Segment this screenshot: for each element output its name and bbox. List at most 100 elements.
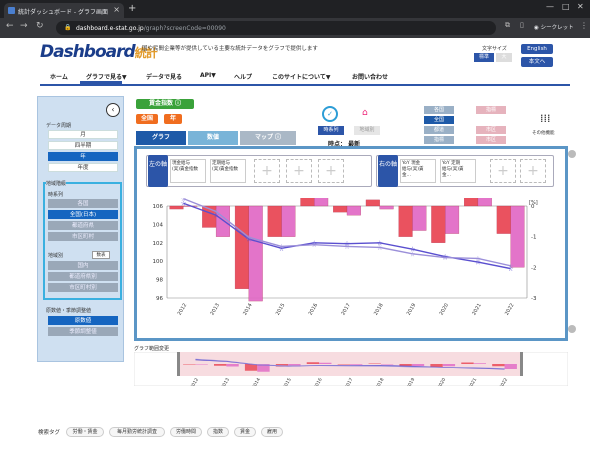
nav-api[interactable]: API▼ <box>200 72 216 79</box>
menu-icon[interactable]: ⋮ <box>580 21 588 30</box>
bar <box>412 205 427 231</box>
scroll-down-icon[interactable] <box>568 325 576 333</box>
region-btn-municipality1[interactable]: 市区 <box>476 126 506 134</box>
ts-municipality[interactable]: 市区町村 <box>48 232 118 241</box>
tab-title: 統計ダッシュボード - グラフ画面 <box>18 9 108 16</box>
left-add-card-3[interactable]: + <box>318 159 344 183</box>
other-functions-label[interactable]: その他機能 <box>532 130 555 136</box>
range-bar <box>337 364 350 365</box>
other-functions-icon[interactable]: ⁞⁞⁞ <box>540 112 551 125</box>
reg-municipality[interactable]: 市区町村別 <box>48 283 118 292</box>
timeseries-clock-icon[interactable]: ✓ <box>322 106 338 122</box>
range-bar <box>473 363 486 364</box>
maximize-icon[interactable]: □ <box>562 2 570 11</box>
nav-contact[interactable]: お問い合わせ <box>352 72 388 81</box>
period-label: データ周期 <box>46 123 72 129</box>
regional-building-icon[interactable]: ⌂ <box>362 108 368 118</box>
point-marker: ☆ <box>213 208 219 216</box>
info-icon[interactable]: ⓘ <box>175 100 181 107</box>
font-large-button[interactable]: 大 <box>496 53 512 62</box>
regional-label: 地域別 <box>48 253 64 259</box>
search-tag[interactable]: 賃金 <box>234 427 256 437</box>
ts-prefecture[interactable]: 都道府県 <box>48 221 118 230</box>
period-month[interactable]: 月 <box>48 130 118 139</box>
browser-tab[interactable]: 統計ダッシュボード - グラフ画面 × <box>4 3 124 18</box>
bar <box>496 205 511 234</box>
back-icon[interactable]: ← <box>6 21 14 31</box>
period-fiscal-year[interactable]: 年度 <box>48 163 118 172</box>
bar <box>267 205 282 237</box>
view-timeseries-button[interactable]: 時系列 <box>318 126 344 135</box>
bar <box>464 198 479 207</box>
font-standard-button[interactable]: 標準 <box>474 53 494 62</box>
site-logo[interactable]: Dashboard統計 <box>40 42 158 62</box>
scroll-up-icon[interactable] <box>568 150 576 158</box>
reg-domestic[interactable]: 国内 <box>48 261 118 270</box>
address-bar[interactable]: 🔒 dashboard.e-stat.go.jp/graph?screenCod… <box>56 21 496 35</box>
region-btn-indicator1[interactable]: 指標 <box>476 106 506 114</box>
left-add-card[interactable]: + <box>254 159 280 183</box>
nav-about[interactable]: このサイトについて▼ <box>272 72 330 81</box>
search-tag[interactable]: 毎月勤労統計調査 <box>109 427 165 437</box>
indicator-title[interactable]: 賃金指数 ⓘ <box>136 99 194 109</box>
right-card-1[interactable]: YoY 現金 給与(実)賃 金… <box>400 159 436 183</box>
tab-close-icon[interactable]: × <box>113 5 120 14</box>
nav-help[interactable]: ヘルプ <box>234 72 252 81</box>
extensions-icon[interactable]: ⧉ <box>505 21 510 30</box>
regional-table-button[interactable]: 数表 <box>92 251 110 259</box>
left-card-2[interactable]: 定期給与 (実)賃金指数 <box>210 159 246 183</box>
period-quarter[interactable]: 四半期 <box>48 141 118 150</box>
nav-data[interactable]: データで見る <box>146 72 182 81</box>
point-marker: ☆ <box>180 198 186 203</box>
search-tag[interactable]: 雇用 <box>261 427 283 437</box>
right-add-card[interactable]: + <box>490 159 516 183</box>
tab-graph[interactable]: グラフ <box>136 131 186 145</box>
left-card-1[interactable]: 現金給与 (実)賃金指数 <box>170 159 206 183</box>
sidepanel-icon[interactable]: ▯ <box>520 21 524 29</box>
region-btn-national[interactable]: 全国 <box>424 116 454 124</box>
x-tick-label: 2021 <box>471 302 483 316</box>
range-handle-left <box>177 352 180 376</box>
indicator-title-text: 賃金指数 <box>148 100 173 107</box>
profile-incognito[interactable]: ◉ シークレット <box>534 23 574 31</box>
close-window-icon[interactable]: ✕ <box>577 2 584 11</box>
x-tick-label: 2015 <box>275 302 287 316</box>
search-tag[interactable]: 指数 <box>207 427 229 437</box>
english-button[interactable]: English <box>521 44 553 54</box>
ts-countries[interactable]: 各国 <box>48 199 118 208</box>
reg-prefecture[interactable]: 都道府県別 <box>48 272 118 281</box>
range-selector-chart[interactable]: 2012 2013 2014 2015 2016 2017 2018 2019 2020 2021… <box>134 352 568 386</box>
region-btn-countries[interactable]: 各国 <box>424 106 454 114</box>
nav-graph[interactable]: グラフで見る▼ <box>86 72 127 81</box>
collapse-panel-icon[interactable]: ‹ <box>106 103 120 117</box>
minimize-icon[interactable]: — <box>546 2 554 11</box>
forward-icon[interactable]: → <box>20 21 28 31</box>
tab-map[interactable]: マップ ⓘ <box>240 131 296 145</box>
nav-home[interactable]: ホーム <box>50 72 68 81</box>
ts-national[interactable]: 全国(日本) <box>48 210 118 219</box>
right-card-2[interactable]: YoY 定期 給与(実)賃 金… <box>440 159 476 183</box>
y-tick-left: 100 <box>153 259 164 265</box>
adjust-seasonal[interactable]: 季節調整値 <box>48 327 118 336</box>
range-bar <box>461 362 474 364</box>
bar <box>445 205 460 234</box>
search-tag[interactable]: 労働・賃金 <box>66 427 104 437</box>
point-marker: ☆ <box>442 254 448 262</box>
adjust-raw[interactable]: 原数値 <box>48 316 118 325</box>
search-tags-label: 検索タグ <box>38 430 61 436</box>
reload-icon[interactable]: ↻ <box>36 21 44 31</box>
skip-to-content-button[interactable]: 本文へ <box>521 57 553 67</box>
bar <box>346 205 361 216</box>
bar <box>281 205 296 237</box>
search-tag[interactable]: 労働時間 <box>170 427 202 437</box>
period-year[interactable]: 年 <box>48 152 118 161</box>
x-tick-label: 2014 <box>242 302 254 316</box>
region-btn-indicator2[interactable]: 指標 <box>424 136 454 144</box>
left-add-card-2[interactable]: + <box>286 159 312 183</box>
region-btn-prefecture[interactable]: 都道 <box>424 126 454 134</box>
view-regional-button[interactable]: 地域別 <box>354 126 380 135</box>
region-btn-municipality2[interactable]: 市区 <box>476 136 506 144</box>
tab-values[interactable]: 数値 <box>188 131 238 145</box>
new-tab-icon[interactable]: + <box>128 3 136 14</box>
right-add-card-2[interactable]: + <box>520 159 546 183</box>
